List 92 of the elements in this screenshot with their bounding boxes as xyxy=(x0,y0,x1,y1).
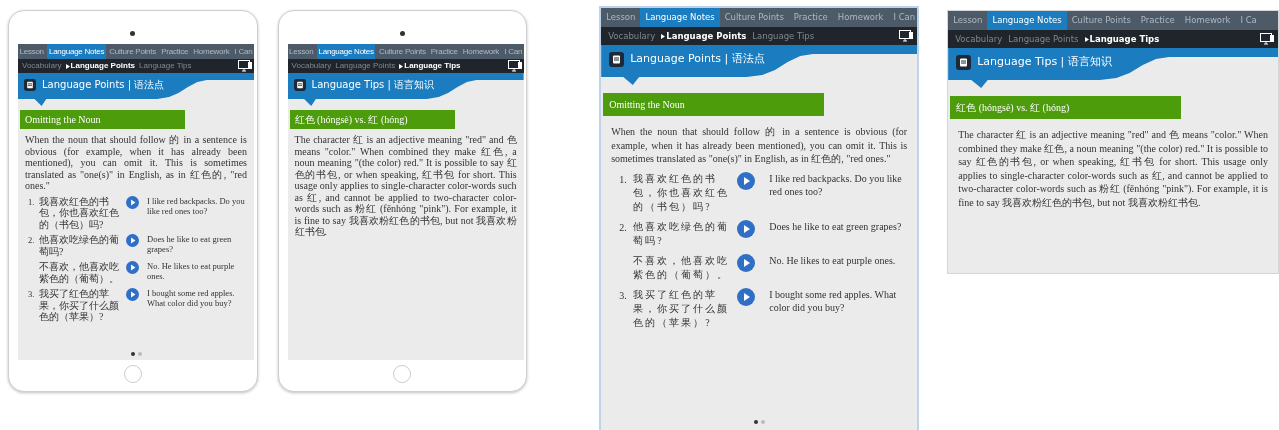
tab[interactable]: I Can xyxy=(888,8,921,27)
tab[interactable]: I Can xyxy=(502,44,524,59)
chinese-sentence: 不喜欢，他喜欢吃紫色的（葡萄）。 xyxy=(39,261,120,284)
tab[interactable]: Homework xyxy=(191,44,231,59)
tab[interactable]: Practice xyxy=(788,8,833,27)
play-icon[interactable] xyxy=(737,171,756,190)
tab[interactable]: Lesson xyxy=(948,11,988,30)
english-translation: I bought some red apples. What color did you buy? xyxy=(147,288,236,308)
note-icon xyxy=(24,78,36,91)
page-title: Language Points | 语法点 xyxy=(630,51,765,67)
english-translation: I like red backpacks. Do you like red ones too? xyxy=(769,171,903,198)
note-icon xyxy=(609,51,625,67)
arrow-icon xyxy=(661,32,666,40)
example-number: 2. xyxy=(619,220,628,235)
section-heading: 红色 (hóngsè) vs. 红 (hóng) xyxy=(950,96,1182,119)
play-icon[interactable] xyxy=(737,219,756,238)
devices-icon[interactable] xyxy=(238,60,252,72)
paragraph: The character 红 is an adjective meaning "red" and 色 means "color." When combined they make 红色, a noun meaning "(the color) red." It is possible to say 红色的书包, or when speaking, 红书包 for short. This usage only applies to single-character color-words such as 红, and cannot be applied to two-character color-words such as 粉红 (fěnhóng "pink"). For example, it is fine to say 我喜欢粉红色的书包, but not 我喜欢粉红书包. xyxy=(958,128,1268,209)
sub-tab[interactable]: Language Points xyxy=(658,29,750,43)
tab[interactable]: Homework xyxy=(461,44,501,59)
tab[interactable]: Language Notes xyxy=(47,44,106,59)
chinese-sentence: 我买了红色的苹果，你买了什么颜色的（苹果）? xyxy=(633,287,731,330)
tab[interactable]: Culture Points xyxy=(107,44,158,59)
chinese-sentence: 我买了红色的苹果，你买了什么颜色的（苹果）? xyxy=(39,288,120,323)
example-number: 3. xyxy=(619,288,628,303)
tab[interactable]: I Ca xyxy=(1235,11,1262,30)
english-translation: Does he like to eat green grapes? xyxy=(147,234,233,254)
arrow-icon xyxy=(399,62,404,70)
sub-tab[interactable]: Language Tips xyxy=(397,60,463,72)
english-translation: Does he like to eat green grapes? xyxy=(769,219,903,233)
sub-tab[interactable]: Language Tips xyxy=(1081,32,1163,46)
sub-tab[interactable]: Vocabulary xyxy=(605,29,659,43)
tab[interactable]: I Can xyxy=(233,44,254,59)
tab[interactable]: Homework xyxy=(832,8,889,27)
english-translation: I like red backpacks. Do you like red ones too? xyxy=(147,195,246,216)
sub-tab[interactable]: Vocabulary xyxy=(952,32,1006,46)
english-translation: No. He likes to eat purple ones. xyxy=(769,253,897,267)
chinese-sentence: 不喜欢，他喜欢吃紫色的（葡萄）。 xyxy=(633,253,731,282)
devices-icon[interactable] xyxy=(1260,33,1274,45)
example-number: 1. xyxy=(28,195,36,209)
section-heading: Omitting the Noun xyxy=(603,93,825,116)
sub-tab[interactable]: Language Points xyxy=(333,60,398,72)
tab[interactable]: Practice xyxy=(429,44,460,59)
tab[interactable]: Culture Points xyxy=(1066,11,1136,30)
play-icon[interactable] xyxy=(737,287,756,306)
chinese-sentence: 他喜欢吃绿色的葡萄吗? xyxy=(39,234,120,257)
play-icon[interactable] xyxy=(126,288,139,301)
tab[interactable]: Lesson xyxy=(18,44,46,59)
page-title: Language Tips | 语言知识 xyxy=(311,78,434,92)
example-number: 1. xyxy=(619,172,628,187)
arrow-icon xyxy=(65,62,70,70)
play-icon[interactable] xyxy=(126,234,139,247)
play-icon[interactable] xyxy=(737,253,756,272)
tab[interactable]: Culture Points xyxy=(719,8,789,27)
tab[interactable]: Practice xyxy=(159,44,190,59)
english-translation: No. He likes to eat purple ones. xyxy=(147,261,236,281)
play-icon[interactable] xyxy=(126,195,139,209)
paragraph: When the noun that should follow 的 in a sentence is obvious (for example, when it has already been mentioned), you can omit it. This is sometimes translated as "one(s)" in English, as in 红色的, "red ones." xyxy=(611,125,908,166)
paragraph: The character 红 is an adjective meaning "red" and 色 means "color." When combined they make 红色, a noun meaning "(the color) red." It is possible to say 红色的书包, or when speaking, 红书包 for short. This usage only applies to single-character color-words such as 红, and cannot be applied to two-character color-words such as 粉红 (fěnhóng "pink"). For example, it is fine to say 我喜欢粉红色的书包, but not 我喜欢粉红书包. xyxy=(294,134,517,238)
tab[interactable]: Practice xyxy=(1135,11,1180,30)
arrow-icon xyxy=(1084,35,1089,43)
note-icon xyxy=(293,78,306,91)
play-icon[interactable] xyxy=(126,261,139,274)
tab[interactable]: Language Notes xyxy=(317,44,376,59)
sub-tab[interactable]: Language Points xyxy=(63,60,138,72)
tab[interactable]: Lesson xyxy=(287,44,315,59)
section-heading: 红色 (hóngsè) vs. 红 (hóng) xyxy=(289,110,455,129)
chinese-sentence: 我喜欢红色的书包，你也喜欢红色的（书包）吗? xyxy=(633,171,731,214)
devices-icon[interactable] xyxy=(507,60,522,72)
sub-tab[interactable]: Language Tips xyxy=(749,29,818,43)
page-title: Language Points | 语法点 xyxy=(42,78,165,92)
sub-tab[interactable]: Language Points xyxy=(1005,32,1082,46)
sub-tab[interactable]: Vocabulary xyxy=(20,60,64,72)
camera-dot xyxy=(130,31,136,36)
camera-dot xyxy=(399,31,405,36)
sub-tab[interactable]: Vocabulary xyxy=(289,60,334,72)
tab[interactable]: Language Notes xyxy=(987,11,1067,30)
page-title: Language Tips | 语言知识 xyxy=(977,54,1112,70)
tab[interactable]: Language Notes xyxy=(640,8,720,27)
chinese-sentence: 他喜欢吃绿色的葡萄吗? xyxy=(633,219,731,248)
note-icon xyxy=(956,54,972,70)
tab[interactable]: Culture Points xyxy=(377,44,428,59)
tab[interactable]: Homework xyxy=(1179,11,1236,30)
example-number: 3. xyxy=(28,288,36,301)
section-heading: Omitting the Noun xyxy=(20,110,186,129)
tab[interactable]: Lesson xyxy=(601,8,641,27)
english-translation: I bought some red apples. What color did you buy? xyxy=(769,287,898,314)
devices-icon[interactable] xyxy=(899,30,914,42)
chinese-sentence: 我喜欢红色的书包，你也喜欢红色的（书包）吗? xyxy=(39,195,120,230)
sub-tab[interactable]: Language Tips xyxy=(137,60,194,72)
example-number: 2. xyxy=(28,234,36,247)
paragraph: When the noun that should follow 的 in a sentence is obvious (for example, when it has already been mentioned), you can omit it. This is sometimes translated as "one(s)" in English, as in 红色的, "red ones." xyxy=(25,134,247,192)
